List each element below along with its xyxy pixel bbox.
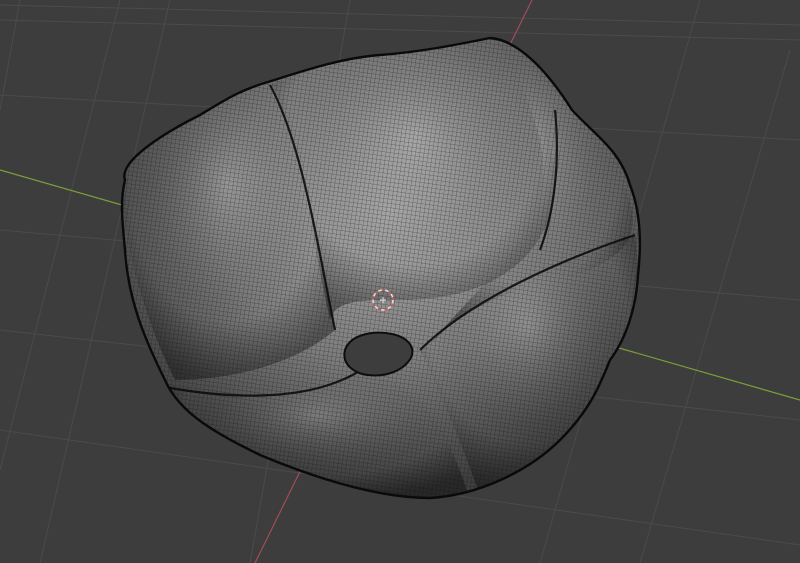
viewport-canvas[interactable]: [0, 0, 800, 563]
mesh-object[interactable]: [0, 0, 800, 563]
3d-viewport[interactable]: [0, 0, 800, 563]
